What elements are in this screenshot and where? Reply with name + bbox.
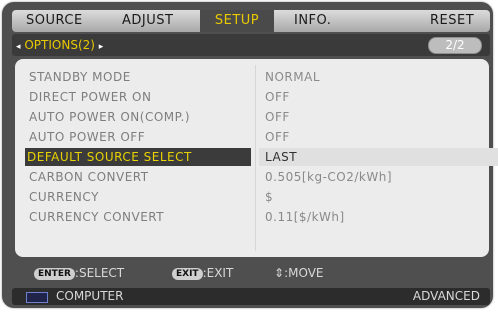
page-indicator: 2/2 xyxy=(428,37,482,54)
help-select: ENTER:SELECT xyxy=(34,266,124,280)
setting-label: CARBON CONVERT xyxy=(29,170,149,184)
setting-label: AUTO POWER ON(COMP.) xyxy=(29,110,191,124)
monitor-icon xyxy=(26,292,48,303)
menu-mode: ADVANCED xyxy=(412,289,480,303)
help-move: ⇕:MOVE xyxy=(274,266,324,280)
setting-value: 0.505[kg-CO2/kWh] xyxy=(265,170,393,184)
submenu-label: OPTIONS(2) xyxy=(24,38,95,52)
tab-options-2[interactable]: ◂ OPTIONS(2) ▸ xyxy=(16,37,103,53)
move-arrows-icon: ⇕ xyxy=(274,266,285,280)
setting-label: DEFAULT SOURCE SELECT xyxy=(27,150,192,164)
enter-key-icon: ENTER xyxy=(34,267,75,280)
tab-reset[interactable]: RESET xyxy=(430,10,474,32)
setting-direct-power-on[interactable]: DIRECT POWER ON OFF xyxy=(27,88,489,106)
setting-value: OFF xyxy=(265,110,290,124)
tab-info[interactable]: INFO. xyxy=(294,10,331,32)
setting-currency-convert[interactable]: CURRENCY CONVERT 0.11[$/kWh] xyxy=(27,208,489,226)
setting-standby-mode[interactable]: STANDBY MODE NORMAL xyxy=(27,68,489,86)
tab-adjust[interactable]: ADJUST xyxy=(122,10,173,32)
setting-label: CURRENCY CONVERT xyxy=(29,210,165,224)
right-arrow-icon: ▸ xyxy=(98,42,104,52)
setting-default-source-select[interactable]: DEFAULT SOURCE SELECT LAST xyxy=(25,148,297,166)
setting-label: AUTO POWER OFF xyxy=(29,130,146,144)
setting-value: $ xyxy=(265,190,274,204)
setting-value: NORMAL xyxy=(265,70,321,84)
exit-key-icon: EXIT xyxy=(172,267,203,280)
setting-value: OFF xyxy=(265,130,290,144)
current-source: COMPUTER xyxy=(56,289,124,303)
key-help-bar: ENTER:SELECT EXIT:EXIT ⇕:MOVE xyxy=(12,264,490,282)
osd-window: SOURCE ADJUST SETUP INFO. RESET ◂ OPTION… xyxy=(2,2,498,308)
setting-value: LAST xyxy=(265,150,298,164)
tab-setup[interactable]: SETUP xyxy=(200,10,274,32)
setting-carbon-convert[interactable]: CARBON CONVERT 0.505[kg-CO2/kWh] xyxy=(27,168,489,186)
main-menu-bar: SOURCE ADJUST SETUP INFO. RESET xyxy=(12,10,490,32)
setting-auto-power-on[interactable]: AUTO POWER ON(COMP.) OFF xyxy=(27,108,489,126)
submenu-bar: ◂ OPTIONS(2) ▸ 2/2 xyxy=(12,34,490,56)
setting-currency[interactable]: CURRENCY $ xyxy=(27,188,489,206)
left-arrow-icon: ◂ xyxy=(16,42,21,52)
setting-value: OFF xyxy=(265,90,290,104)
help-exit: EXIT:EXIT xyxy=(172,266,233,280)
setting-label: CURRENCY xyxy=(29,190,99,204)
setting-value: 0.11[$/kWh] xyxy=(265,210,345,224)
setting-label: STANDBY MODE xyxy=(29,70,131,84)
settings-panel: STANDBY MODE NORMAL DIRECT POWER ON OFF … xyxy=(15,59,498,257)
setting-auto-power-off[interactable]: AUTO POWER OFF OFF xyxy=(27,128,489,146)
status-footer: COMPUTER ADVANCED xyxy=(12,288,490,305)
tab-source[interactable]: SOURCE xyxy=(26,10,83,32)
setting-label: DIRECT POWER ON xyxy=(29,90,152,104)
